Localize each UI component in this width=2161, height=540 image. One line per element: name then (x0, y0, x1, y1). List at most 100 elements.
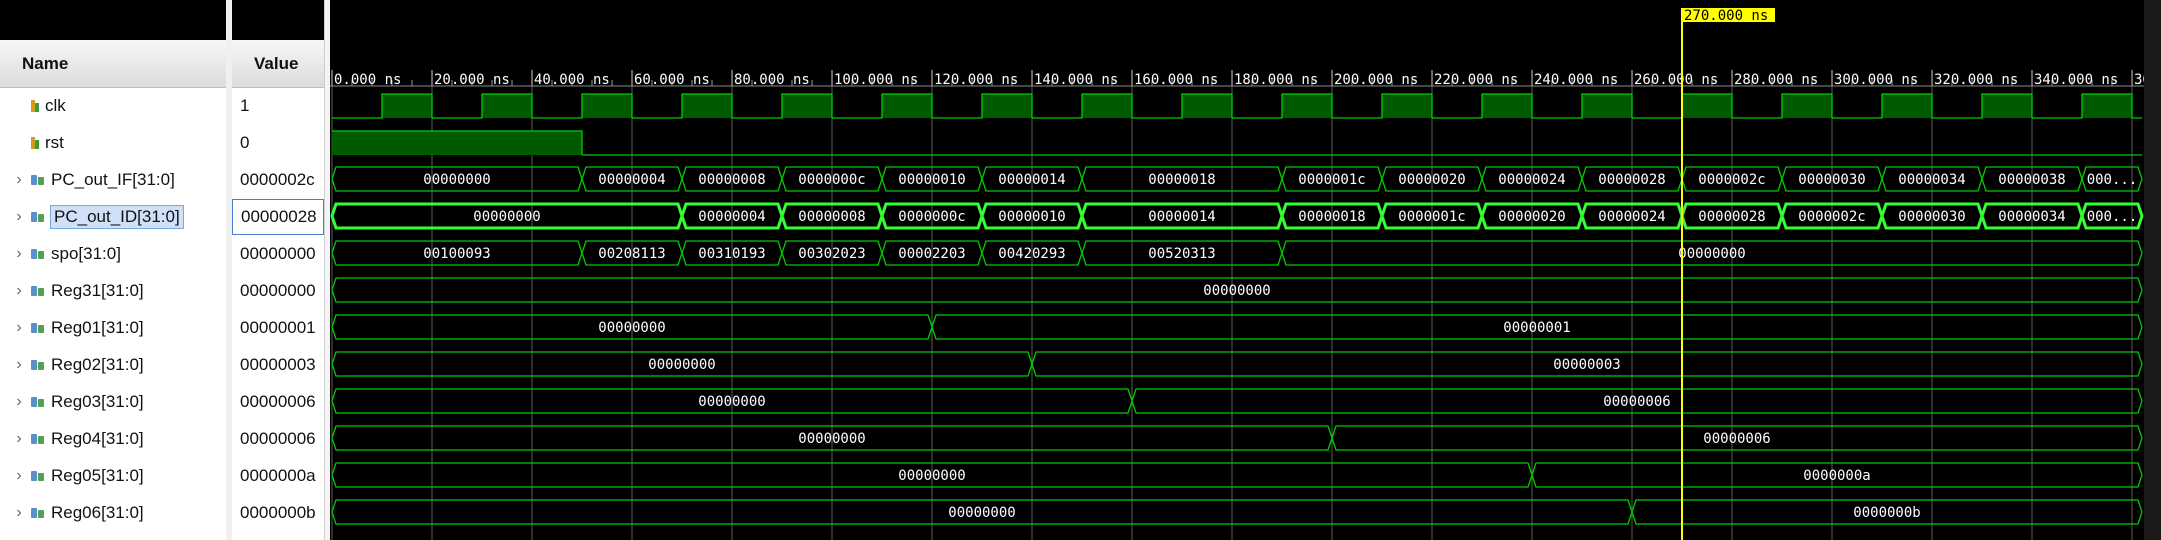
signal-row-rst[interactable]: rst (0, 125, 226, 161)
expand-chevron-icon[interactable]: › (12, 245, 26, 263)
name-panel-toolbar (0, 0, 226, 40)
signal-row-spo[interactable]: › spo[31:0] (0, 236, 226, 272)
signal-name: Reg06[31:0] (51, 503, 144, 523)
bus-value-label: 00000001 (1503, 320, 1570, 336)
signal-value: 00000001 (232, 310, 324, 346)
bus-signal-icon (30, 394, 46, 410)
signal-row-reg04[interactable]: ›Reg04[31:0] (0, 421, 226, 457)
signal-name: Reg01[31:0] (51, 318, 144, 338)
signal-value: 00000000 (232, 273, 324, 309)
signal-value: 0000000a (232, 458, 324, 494)
signal-row-pc_out_id[interactable]: ›PC_out_ID[31:0] (0, 199, 226, 235)
bus-value-label: 00000008 (798, 209, 865, 225)
signal-row-reg02[interactable]: › Reg02[31:0] (0, 347, 226, 383)
expand-chevron-icon[interactable]: › (12, 319, 26, 337)
bus-value-label: 00000010 (898, 172, 965, 188)
waveform-row[interactable]: 00000000 (332, 278, 2142, 302)
expand-chevron-icon[interactable]: › (12, 467, 26, 485)
waveform-row[interactable]: 0000000000000001 (332, 315, 2142, 339)
bus-value-label: 00000004 (698, 209, 765, 225)
bus-value-label: 00000028 (1698, 209, 1765, 225)
signal-name: Reg02[31:0] (51, 355, 144, 375)
signal-value: 00000028 (232, 199, 324, 235)
clock-high-pulse (982, 94, 1032, 118)
signal-row-reg31[interactable]: › Reg31[31:0] (0, 273, 226, 309)
signal-name: spo[31:0] (51, 244, 121, 264)
clock-high-pulse (482, 94, 532, 118)
bus-signal-icon (30, 172, 46, 188)
bus-value-label: 00000000 (473, 209, 540, 225)
bus-value-label: 00000028 (1598, 172, 1665, 188)
name-column-header[interactable]: Name (0, 40, 226, 88)
signal-row-reg05[interactable]: › Reg05[31:0] (0, 458, 226, 494)
clock-high-pulse (582, 94, 632, 118)
clock-high-pulse (1082, 94, 1132, 118)
signal-value: 00000003 (232, 347, 324, 383)
waveform-row[interactable]: 0010009300208113003101930030202300002203… (332, 241, 2142, 265)
vertical-scrollbar[interactable] (2144, 0, 2161, 540)
time-grid: 0.000 ns20.000 ns40.000 ns60.000 ns80.00… (332, 70, 2152, 540)
signal-row-reg06[interactable]: › Reg06[31:0] (0, 495, 226, 531)
bus-value-label: 00000006 (1703, 431, 1770, 447)
waveform-row[interactable]: 0000000000000006 (332, 389, 2142, 413)
clock-high-pulse (1782, 94, 1832, 118)
signal-value: 00000006 (232, 384, 324, 420)
signal-row-reg01[interactable]: › Reg01[31:0] (0, 310, 226, 346)
bus-value-label: 00302023 (798, 246, 865, 262)
expand-chevron-icon[interactable]: › (12, 356, 26, 374)
waveform-svg[interactable]: 0.000 ns20.000 ns40.000 ns60.000 ns80.00… (330, 0, 2161, 540)
signal-name: Reg05[31:0] (51, 466, 144, 486)
bus-value-label: 00310193 (698, 246, 765, 262)
expand-chevron-icon[interactable]: › (12, 393, 26, 411)
bus-value-label: 00420293 (998, 246, 1065, 262)
waveform-row[interactable]: 0000000000000004000000080000000c00000010… (332, 167, 2142, 191)
bus-value-label: 0000000c (798, 172, 865, 188)
waveform-row[interactable]: 0000000000000004000000080000000c00000010… (332, 204, 2142, 228)
waveform-row[interactable] (332, 131, 2142, 155)
bus-value-label: 0000001c (1298, 172, 1365, 188)
signal-value: 0000002c (232, 162, 324, 198)
bus-signal-icon (30, 209, 46, 225)
bus-value-label: 00000010 (998, 209, 1065, 225)
waveform-canvas[interactable]: 0.000 ns20.000 ns40.000 ns60.000 ns80.00… (330, 0, 2161, 540)
value-column-header[interactable]: Value (232, 40, 324, 88)
expand-chevron-icon[interactable]: › (12, 171, 26, 189)
waveform-row[interactable]: 00000000 00000006 (332, 426, 2142, 450)
value-panel: Value 100000002c000000280000000000000000… (232, 0, 324, 540)
bus-value-label: 0000002c (1798, 209, 1865, 225)
waveform-row[interactable] (332, 94, 2142, 118)
signal-row-pc_out_if[interactable]: ›PC_out_IF[31:0] (0, 162, 226, 198)
waveform-row[interactable]: 0000000000000003 (332, 352, 2142, 376)
signal-row-clk[interactable]: clk (0, 88, 226, 124)
bus-value-label: 00000018 (1148, 172, 1215, 188)
signal-name: Reg31[31:0] (51, 281, 144, 301)
bus-value-label: 00000003 (1553, 357, 1620, 373)
bus-value-label: 00000030 (1898, 209, 1965, 225)
bus-value-label: 00000014 (998, 172, 1065, 188)
signal-value: 00000006 (232, 421, 324, 457)
bus-signal-icon (30, 357, 46, 373)
signal-value: 00000000 (232, 236, 324, 272)
bus-value-label: 00000030 (1798, 172, 1865, 188)
bit-high-region (332, 131, 582, 155)
clock-high-pulse (1482, 94, 1532, 118)
expand-chevron-icon[interactable]: › (12, 208, 26, 226)
bus-value-label: 00000000 (898, 468, 965, 484)
waveform-row[interactable]: 000000000000000a (332, 463, 2142, 487)
clock-high-pulse (1382, 94, 1432, 118)
bus-value-label: 00000024 (1498, 172, 1565, 188)
signal-value: 0000000b (232, 495, 324, 531)
bus-value-label: 00000000 (798, 431, 865, 447)
signal-row-reg03[interactable]: ›Reg03[31:0] (0, 384, 226, 420)
bus-value-label: 00520313 (1148, 246, 1215, 262)
bus-signal-icon (30, 505, 46, 521)
waveform-row[interactable]: 000000000000000b (332, 500, 2142, 524)
expand-chevron-icon[interactable]: › (12, 430, 26, 448)
clock-high-pulse (1282, 94, 1332, 118)
signal-value: 1 (232, 88, 324, 124)
bus-value-label: 00000014 (1148, 209, 1215, 225)
expand-chevron-icon[interactable]: › (12, 504, 26, 522)
expand-chevron-icon[interactable]: › (12, 282, 26, 300)
clock-high-pulse (882, 94, 932, 118)
cursor-label: 270.000 ns (1684, 8, 1768, 24)
